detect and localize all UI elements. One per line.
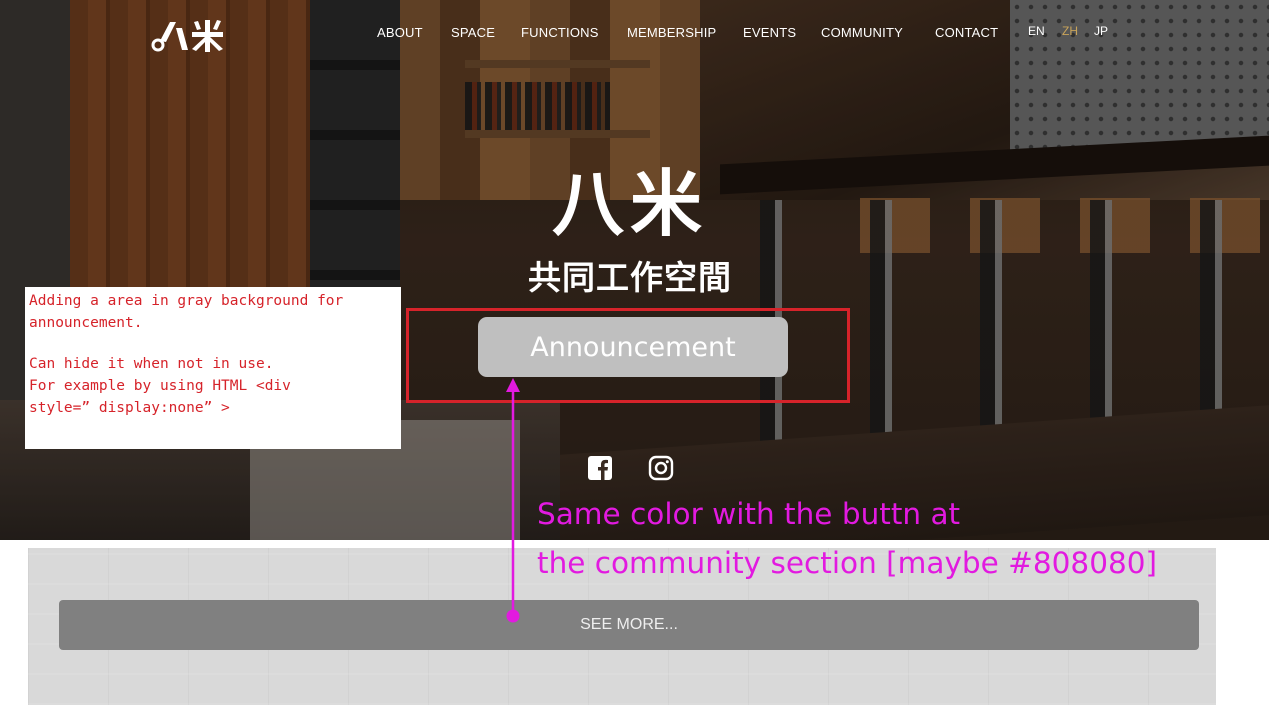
nav-item-functions[interactable]: FUNCTIONS: [521, 25, 599, 40]
nav-item-about[interactable]: ABOUT: [377, 25, 423, 40]
annotation-text: the community section [maybe #808080]: [537, 546, 1158, 580]
lang-en[interactable]: EN: [1028, 24, 1045, 38]
note-line: Adding a area in gray background for: [29, 293, 344, 309]
lang-jp[interactable]: JP: [1094, 24, 1108, 38]
note-line: style=” display:none” >: [29, 400, 230, 416]
nav-item-contact[interactable]: CONTACT: [935, 25, 998, 40]
hero-title: 八米: [551, 162, 708, 246]
facebook-link[interactable]: [587, 455, 613, 481]
nav-item-membership[interactable]: MEMBERSHIP: [627, 25, 716, 40]
annotation-text: Same color with the buttn at: [537, 497, 961, 531]
nav-item-community[interactable]: COMMUNITY: [821, 25, 903, 40]
note-line: announcement.: [29, 315, 143, 331]
lang-zh[interactable]: ZH: [1062, 24, 1078, 38]
annotation-note: Adding a area in gray background for ann…: [25, 287, 401, 449]
nav-item-events[interactable]: EVENTS: [743, 25, 796, 40]
instagram-icon: [648, 455, 674, 481]
note-line: For example by using HTML <div: [29, 378, 291, 394]
instagram-link[interactable]: [648, 455, 674, 481]
announcement-button[interactable]: Announcement: [478, 317, 788, 377]
main-nav: ABOUT SPACE FUNCTIONS MEMBERSHIP EVENTS …: [0, 24, 1269, 45]
facebook-icon: [588, 456, 612, 480]
see-more-button[interactable]: SEE MORE...: [59, 600, 1199, 650]
annotation-arrow: [506, 378, 520, 623]
nav-item-space[interactable]: SPACE: [451, 25, 495, 40]
note-line: Can hide it when not in use.: [29, 356, 274, 372]
